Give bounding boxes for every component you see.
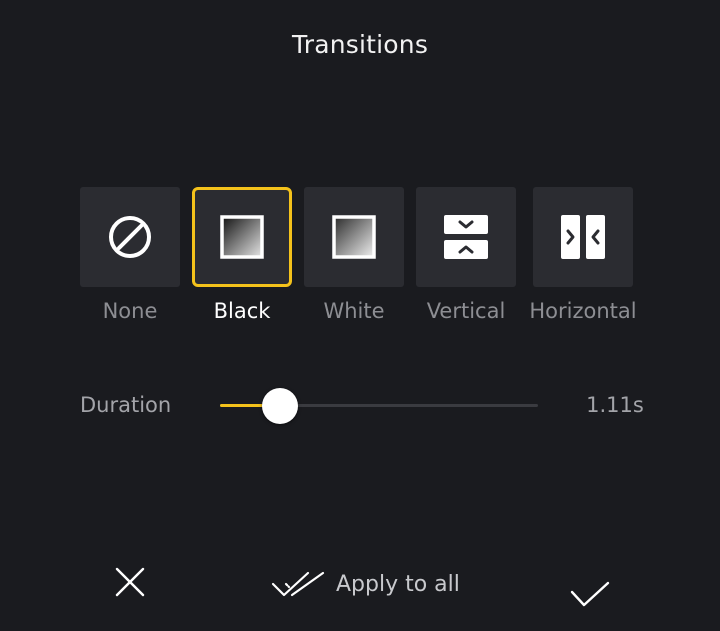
close-icon xyxy=(115,567,145,597)
close-button[interactable] xyxy=(108,560,152,604)
page-title: Transitions xyxy=(291,30,429,59)
transition-label-none: None xyxy=(102,299,158,323)
vertical-split-icon xyxy=(444,215,488,259)
duration-label: Duration xyxy=(80,393,172,417)
duration-value: 1.11s xyxy=(586,393,644,417)
transition-label-white: White xyxy=(323,299,385,323)
apply-to-all-button[interactable]: Apply to all xyxy=(270,562,460,606)
checkmark-icon xyxy=(570,581,610,607)
transitions-panel: Transitions None Black White Vertical Ho… xyxy=(0,0,720,631)
transition-option-none[interactable] xyxy=(80,187,180,287)
transition-label-vertical: Vertical xyxy=(426,299,506,323)
black-fade-icon xyxy=(220,215,264,259)
transition-option-black[interactable] xyxy=(192,187,292,287)
transition-option-white[interactable] xyxy=(304,187,404,287)
transition-label-black: Black xyxy=(213,299,271,323)
white-fade-icon xyxy=(332,215,376,259)
double-check-icon xyxy=(271,571,325,597)
no-transition-icon xyxy=(109,216,151,258)
transition-option-horizontal[interactable] xyxy=(533,187,633,287)
horizontal-split-icon xyxy=(561,215,605,259)
duration-slider[interactable] xyxy=(220,388,538,424)
transition-option-vertical[interactable] xyxy=(416,187,516,287)
slider-thumb[interactable] xyxy=(262,388,298,424)
confirm-button[interactable] xyxy=(566,572,614,616)
transition-label-horizontal: Horizontal xyxy=(529,299,637,323)
apply-to-all-label: Apply to all xyxy=(336,571,460,597)
